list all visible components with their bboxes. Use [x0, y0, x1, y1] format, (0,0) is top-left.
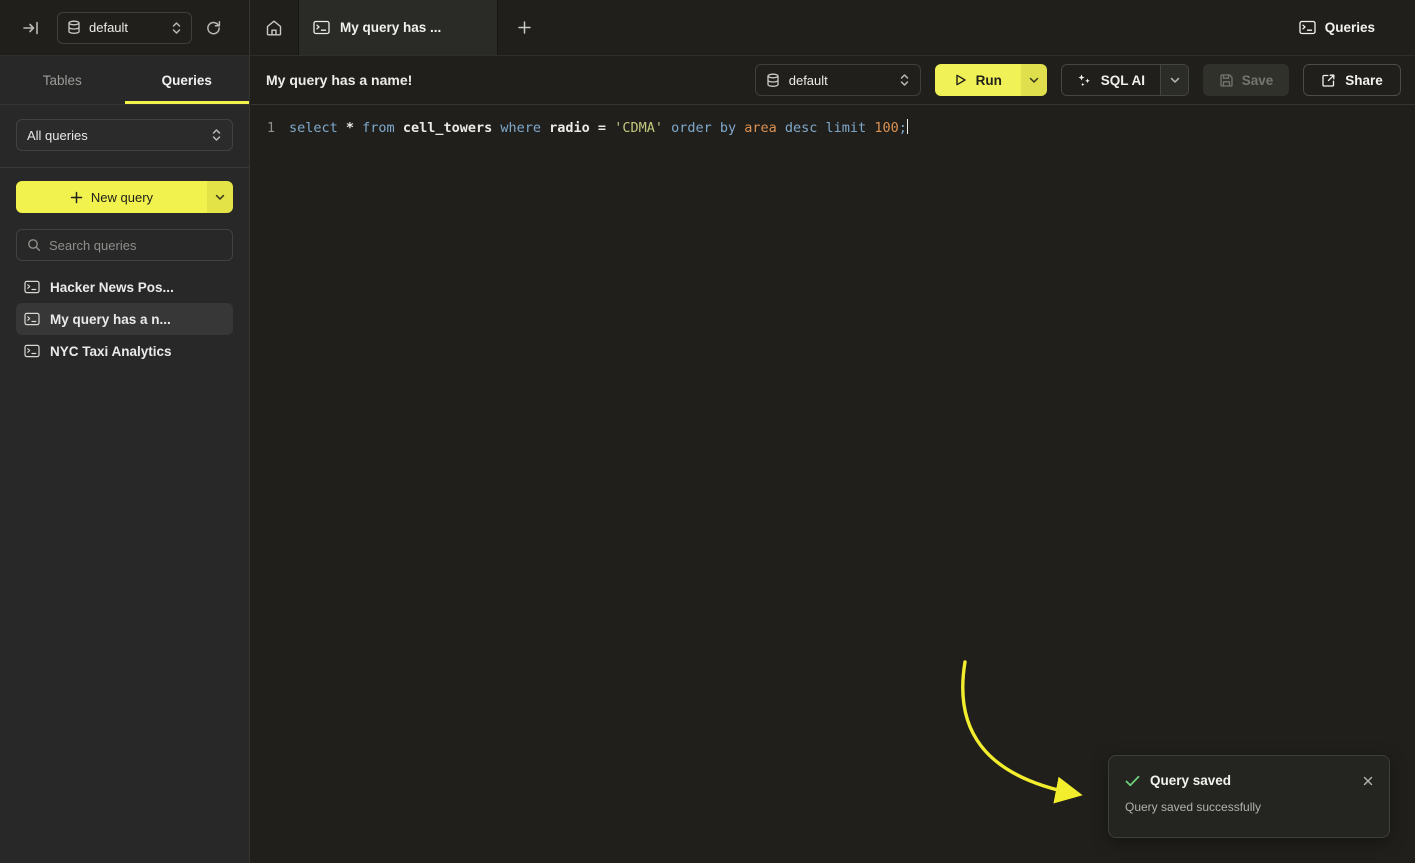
sidebar-tab-queries[interactable]: Queries [125, 56, 250, 104]
share-button[interactable]: Share [1303, 64, 1401, 96]
toast-message: Query saved successfully [1125, 800, 1375, 814]
query-list-item[interactable]: NYC Taxi Analytics [16, 335, 233, 367]
play-icon [954, 73, 967, 87]
sql-ai-dropdown-button[interactable] [1160, 65, 1188, 95]
share-icon [1321, 73, 1336, 88]
refresh-icon [205, 19, 222, 36]
sql-editor[interactable]: 1 select * from cell_towers where radio … [251, 105, 1415, 138]
share-label: Share [1345, 73, 1383, 88]
refresh-button[interactable] [201, 15, 226, 40]
toolbar-database-selector[interactable]: default [755, 64, 921, 96]
new-query-label: New query [91, 190, 153, 205]
new-query-button[interactable]: New query [16, 181, 207, 213]
save-label: Save [1242, 73, 1274, 88]
line-number: 1 [251, 118, 275, 138]
queries-indicator-label: Queries [1325, 20, 1375, 35]
query-list: Hacker News Pos... My query has a n... N… [16, 271, 233, 367]
run-split-button: Run [935, 64, 1047, 96]
check-icon [1125, 775, 1140, 787]
database-icon [67, 20, 81, 35]
close-icon [1363, 776, 1373, 786]
query-toolbar: My query has a name! default [251, 56, 1415, 105]
home-icon [265, 19, 283, 37]
database-selector-value: default [89, 20, 163, 35]
tab-my-query[interactable]: My query has ... [298, 0, 498, 55]
sidebar-database-selector[interactable]: default [57, 12, 192, 44]
query-terminal-icon [24, 312, 40, 326]
sql-ai-button[interactable]: SQL AI [1062, 65, 1160, 95]
query-title: My query has a name! [266, 72, 412, 88]
run-label: Run [976, 73, 1002, 88]
tab-strip: My query has ... [250, 0, 1299, 55]
query-terminal-icon [313, 20, 330, 35]
sparkles-icon [1076, 72, 1092, 88]
topbar-left-section: default [0, 0, 250, 55]
new-query-dropdown-button[interactable] [207, 181, 233, 213]
sidebar: Tables Queries All queries New query [0, 56, 250, 863]
chevron-updown-icon [171, 21, 182, 35]
home-button[interactable] [250, 0, 298, 55]
search-icon [27, 238, 41, 252]
chevron-down-icon [215, 194, 225, 201]
query-terminal-icon [24, 280, 40, 294]
sidebar-tab-tables[interactable]: Tables [0, 56, 125, 104]
query-list-item[interactable]: My query has a n... [16, 303, 233, 335]
code-line: 1 select * from cell_towers where radio … [251, 118, 1415, 138]
query-list-item[interactable]: Hacker News Pos... [16, 271, 233, 303]
main-panel: My query has a name! default [251, 56, 1415, 863]
collapse-sidebar-button[interactable] [18, 15, 44, 41]
tab-label: My query has ... [340, 20, 441, 35]
text-cursor [907, 119, 909, 134]
code-line-content: select * from cell_towers where radio = … [289, 118, 908, 138]
queries-terminal-icon [1299, 20, 1316, 35]
sql-ai-label: SQL AI [1101, 73, 1145, 88]
sidebar-tabs: Tables Queries [0, 56, 249, 105]
new-tab-button[interactable] [498, 0, 550, 55]
query-filter-value: All queries [27, 128, 203, 143]
chevron-down-icon [1029, 77, 1039, 84]
sidebar-divider [0, 167, 249, 168]
plus-icon [517, 20, 532, 35]
sidebar-body: All queries New query [0, 105, 249, 367]
toast-title: Query saved [1150, 773, 1351, 788]
search-queries-box [16, 229, 233, 261]
sql-ai-split-button: SQL AI [1061, 64, 1189, 96]
top-bar: default [0, 0, 1415, 56]
toolbar-actions: default Run [755, 64, 1401, 96]
save-icon [1219, 73, 1234, 88]
queries-indicator[interactable]: Queries [1299, 20, 1375, 35]
toast-close-button[interactable] [1361, 774, 1375, 788]
toolbar-database-value: default [789, 73, 890, 88]
chevron-updown-icon [211, 128, 222, 142]
save-button[interactable]: Save [1203, 64, 1289, 96]
plus-icon [70, 191, 83, 204]
toast-query-saved: Query saved Query saved successfully [1108, 755, 1390, 838]
new-query-split-button: New query [16, 181, 233, 213]
query-item-label: Hacker News Pos... [50, 280, 174, 295]
chevron-down-icon [1170, 77, 1180, 84]
run-dropdown-button[interactable] [1021, 64, 1047, 96]
run-button[interactable]: Run [935, 64, 1021, 96]
search-queries-input[interactable] [49, 238, 225, 253]
query-item-label: NYC Taxi Analytics [50, 344, 172, 359]
query-filter-select[interactable]: All queries [16, 119, 233, 151]
query-item-label: My query has a n... [50, 312, 171, 327]
toast-header: Query saved [1125, 773, 1375, 788]
query-terminal-icon [24, 344, 40, 358]
database-icon [766, 73, 780, 88]
collapse-sidebar-icon [22, 19, 40, 37]
chevron-updown-icon [899, 73, 910, 87]
